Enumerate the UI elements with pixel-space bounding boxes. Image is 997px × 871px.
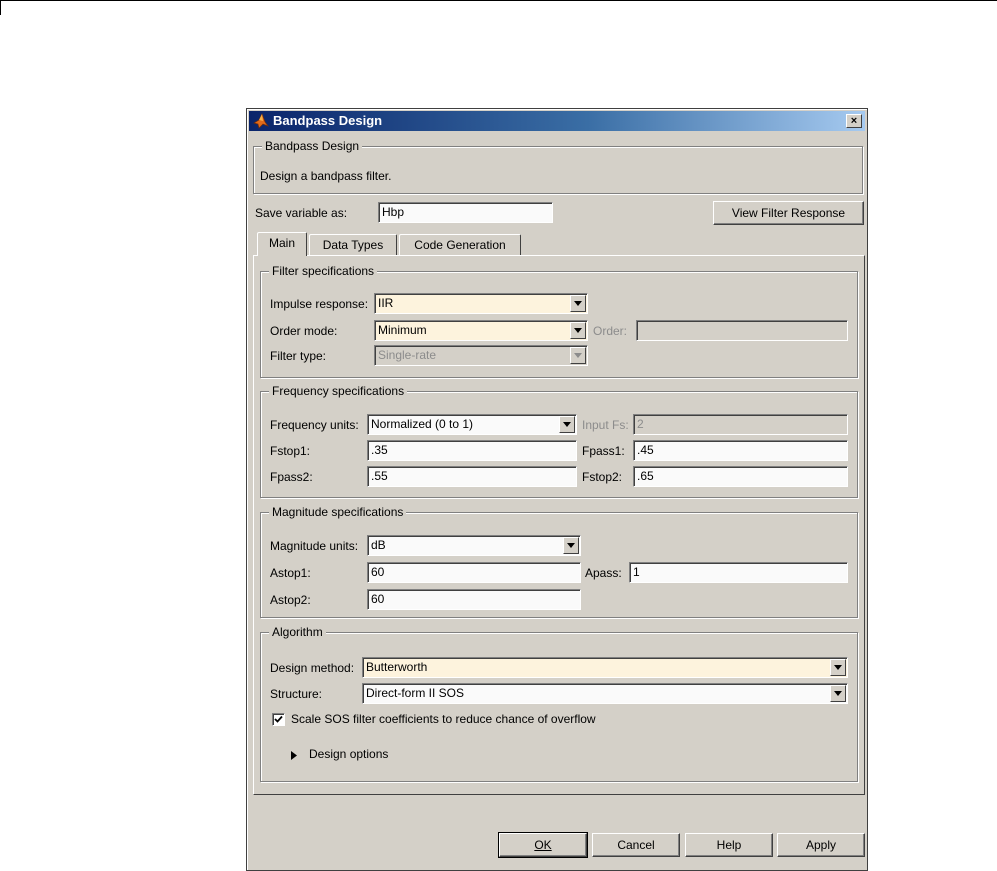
magnitude-units-dropdown[interactable]: dB <box>367 535 581 556</box>
astop1-label: Astop1: <box>270 566 311 580</box>
frequency-specifications-legend: Frequency specifications <box>269 384 408 398</box>
chevron-down-icon[interactable] <box>830 659 846 676</box>
header-group: Bandpass Design Design a bandpass filter… <box>253 139 863 194</box>
filter-type-value: Single-rate <box>378 348 437 362</box>
header-description: Design a bandpass filter. <box>260 169 392 183</box>
close-icon: × <box>850 115 858 127</box>
page-top-rule <box>0 0 997 1</box>
frequency-units-label: Frequency units: <box>270 418 359 432</box>
tab-main[interactable]: Main <box>257 232 307 256</box>
chevron-down-icon[interactable] <box>570 347 586 364</box>
order-mode-value: Minimum <box>378 323 427 337</box>
frequency-units-dropdown[interactable]: Normalized (0 to 1) <box>367 414 577 435</box>
chevron-down-icon[interactable] <box>570 322 586 339</box>
astop1-input[interactable]: 60 <box>367 562 581 583</box>
header-legend: Bandpass Design <box>262 139 363 153</box>
frequency-specifications-group: Frequency specifications Frequency units… <box>260 384 858 498</box>
astop2-input[interactable]: 60 <box>367 589 581 610</box>
magnitude-specifications-legend: Magnitude specifications <box>269 505 407 519</box>
filter-specifications-group: Filter specifications Impulse response: … <box>260 264 858 378</box>
scale-sos-checkbox[interactable] <box>272 713 285 726</box>
title-bar[interactable]: Bandpass Design × <box>249 111 865 131</box>
order-input[interactable] <box>636 320 848 341</box>
apass-input[interactable]: 1 <box>629 562 848 583</box>
filter-type-label: Filter type: <box>270 349 327 363</box>
fstop1-label: Fstop1: <box>270 444 311 458</box>
structure-dropdown[interactable]: Direct-form II SOS <box>362 683 848 704</box>
apply-button[interactable]: Apply <box>777 833 865 857</box>
magnitude-units-label: Magnitude units: <box>270 539 359 553</box>
tab-data-types[interactable]: Data Types <box>309 234 397 256</box>
cancel-button[interactable]: Cancel <box>592 833 680 857</box>
order-label: Order: <box>593 324 628 338</box>
impulse-response-value: IIR <box>378 296 394 310</box>
frequency-units-value: Normalized (0 to 1) <box>371 417 474 431</box>
help-button[interactable]: Help <box>685 833 773 857</box>
save-variable-input[interactable]: Hbp <box>378 202 553 223</box>
fpass1-input[interactable]: .45 <box>633 440 848 461</box>
algorithm-legend: Algorithm <box>269 625 326 639</box>
astop2-label: Astop2: <box>270 593 311 607</box>
scale-sos-label[interactable]: Scale SOS filter coefficients to reduce … <box>291 712 596 726</box>
design-method-value: Butterworth <box>366 660 428 674</box>
structure-label: Structure: <box>270 687 323 701</box>
fpass2-input[interactable]: .55 <box>367 466 577 487</box>
bandpass-design-dialog: Bandpass Design × Bandpass Design Design… <box>246 108 868 871</box>
structure-value: Direct-form II SOS <box>366 686 465 700</box>
order-mode-dropdown[interactable]: Minimum <box>374 320 588 341</box>
fstop1-input[interactable]: .35 <box>367 440 577 461</box>
fpass2-label: Fpass2: <box>270 470 313 484</box>
input-fs-label: Input Fs: <box>582 418 629 432</box>
fpass1-label: Fpass1: <box>582 444 625 458</box>
checkmark-icon <box>274 715 283 723</box>
chevron-down-icon[interactable] <box>830 685 846 702</box>
view-filter-response-button[interactable]: View Filter Response <box>713 201 864 225</box>
design-method-dropdown[interactable]: Butterworth <box>362 657 848 678</box>
algorithm-group: Algorithm Design method: Butterworth Str… <box>260 625 858 782</box>
chevron-down-icon[interactable] <box>570 295 586 312</box>
window-title: Bandpass Design <box>273 113 383 128</box>
triangle-right-icon[interactable] <box>291 749 299 760</box>
chevron-down-icon[interactable] <box>559 416 575 433</box>
page-left-tick <box>0 0 1 15</box>
order-mode-label: Order mode: <box>270 324 338 338</box>
input-fs-input[interactable]: 2 <box>633 414 848 435</box>
fstop2-input[interactable]: .65 <box>633 466 848 487</box>
filter-type-dropdown[interactable]: Single-rate <box>374 345 588 366</box>
matlab-logo-icon <box>253 113 270 129</box>
magnitude-units-value: dB <box>371 538 386 552</box>
impulse-response-dropdown[interactable]: IIR <box>374 293 588 314</box>
save-variable-label: Save variable as: <box>255 206 348 220</box>
apass-label: Apass: <box>585 566 622 580</box>
design-method-label: Design method: <box>270 661 355 675</box>
design-options-toggle[interactable]: Design options <box>309 747 388 761</box>
tab-code-generation[interactable]: Code Generation <box>399 234 521 256</box>
impulse-response-label: Impulse response: <box>270 297 369 311</box>
magnitude-specifications-group: Magnitude specifications Magnitude units… <box>260 505 858 618</box>
close-button[interactable]: × <box>846 114 862 128</box>
fstop2-label: Fstop2: <box>582 470 623 484</box>
chevron-down-icon[interactable] <box>563 537 579 554</box>
ok-button[interactable]: OK <box>498 832 588 858</box>
filter-specifications-legend: Filter specifications <box>269 264 378 278</box>
main-tab-panel: Filter specifications Impulse response: … <box>253 255 865 795</box>
